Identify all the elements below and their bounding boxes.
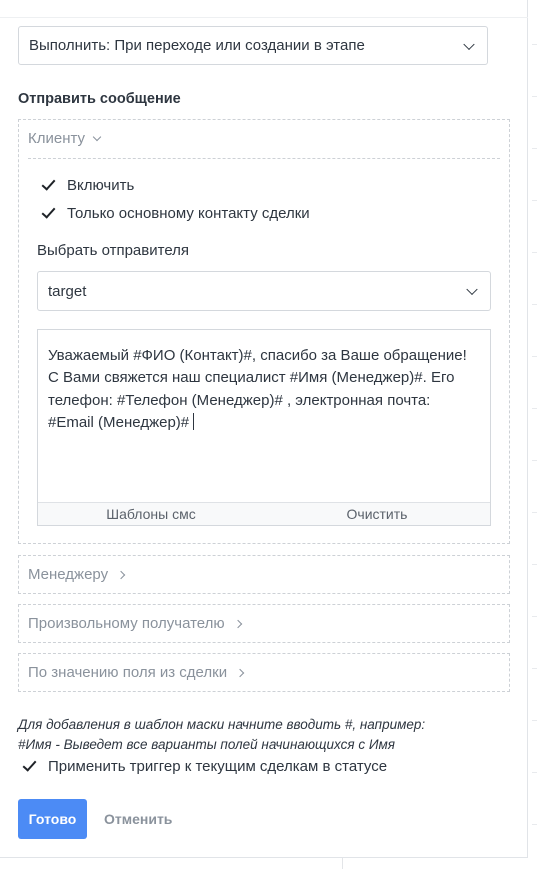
chevron-down-icon xyxy=(92,132,102,141)
sender-select[interactable]: target xyxy=(37,271,491,311)
chevron-down-icon xyxy=(463,38,475,50)
field-value-recipient-section[interactable]: По значению поля из сделки xyxy=(18,653,510,692)
execute-condition-select[interactable]: Выполнить: При переходе или создании в э… xyxy=(18,26,488,65)
custom-section-label: Произвольному получателю xyxy=(28,615,225,632)
main-contact-label: Только основному контакту сделки xyxy=(67,204,310,222)
sender-select-value: target xyxy=(48,282,87,300)
message-textarea[interactable]: Уважаемый #ФИО (Контакт)#, спасибо за Ва… xyxy=(37,329,491,526)
checkmark-icon xyxy=(22,757,36,772)
client-recipient-section: Клиенту Включить Только основному контак… xyxy=(18,119,510,544)
manager-section-toggle[interactable]: Менеджеру xyxy=(28,566,126,583)
apply-trigger-checkbox-row[interactable]: Применить триггер к текущим сделкам в ст… xyxy=(18,755,387,777)
chevron-right-icon xyxy=(233,619,242,628)
field-value-section-label: По значению поля из сделки xyxy=(28,664,228,681)
enable-label: Включить xyxy=(67,176,135,194)
hint-line-2: #Имя - Выведет все варианты полей начина… xyxy=(18,737,395,752)
client-section-toggle[interactable]: Клиенту xyxy=(28,130,102,147)
trigger-settings-panel: Выполнить: При переходе или создании в э… xyxy=(0,0,528,858)
chevron-right-icon xyxy=(116,570,126,579)
checkmark-icon xyxy=(41,204,55,219)
chevron-down-icon xyxy=(466,283,478,296)
apply-trigger-checkbox[interactable] xyxy=(18,755,40,777)
enable-checkbox[interactable] xyxy=(37,174,59,196)
hint-line-1: Для добавления в шаблон маски начните вв… xyxy=(18,717,426,732)
custom-recipient-section[interactable]: Произвольному получателю xyxy=(18,604,510,643)
manager-section-label: Менеджеру xyxy=(28,566,109,583)
main-contact-checkbox[interactable] xyxy=(37,202,59,224)
sender-label: Выбрать отправителя xyxy=(37,242,190,259)
manager-recipient-section[interactable]: Менеджеру xyxy=(18,555,510,594)
done-button[interactable]: Готово xyxy=(18,799,87,839)
cancel-button[interactable]: Отменить xyxy=(104,811,172,827)
background-page-bottom xyxy=(0,858,537,869)
send-message-title: Отправить сообщение xyxy=(18,91,181,107)
execute-condition-value: Выполнить: При переходе или создании в э… xyxy=(29,37,365,54)
field-value-section-toggle[interactable]: По значению поля из сделки xyxy=(28,664,245,681)
text-caret xyxy=(193,413,195,431)
divider xyxy=(28,158,500,159)
chevron-right-icon xyxy=(235,668,245,677)
message-text[interactable]: Уважаемый #ФИО (Контакт)#, спасибо за Ва… xyxy=(48,345,478,435)
custom-section-toggle[interactable]: Произвольному получателю xyxy=(28,615,242,632)
checkmark-icon xyxy=(41,176,55,191)
main-contact-checkbox-row[interactable]: Только основному контакту сделки xyxy=(37,202,310,224)
enable-checkbox-row[interactable]: Включить xyxy=(37,174,134,196)
message-content: Уважаемый #ФИО (Контакт)#, спасибо за Ва… xyxy=(48,347,467,432)
background-page-edge xyxy=(528,0,537,869)
clear-button[interactable]: Очистить xyxy=(264,503,490,525)
textarea-toolbar: Шаблоны смс Очистить xyxy=(38,502,490,525)
client-section-label: Клиенту xyxy=(28,130,86,147)
apply-trigger-label: Применить триггер к текущим сделкам в ст… xyxy=(48,757,388,775)
sms-templates-button[interactable]: Шаблоны смс xyxy=(38,503,264,525)
mask-hint: Для добавления в шаблон маски начните вв… xyxy=(18,715,478,755)
panel-divider xyxy=(0,17,528,18)
